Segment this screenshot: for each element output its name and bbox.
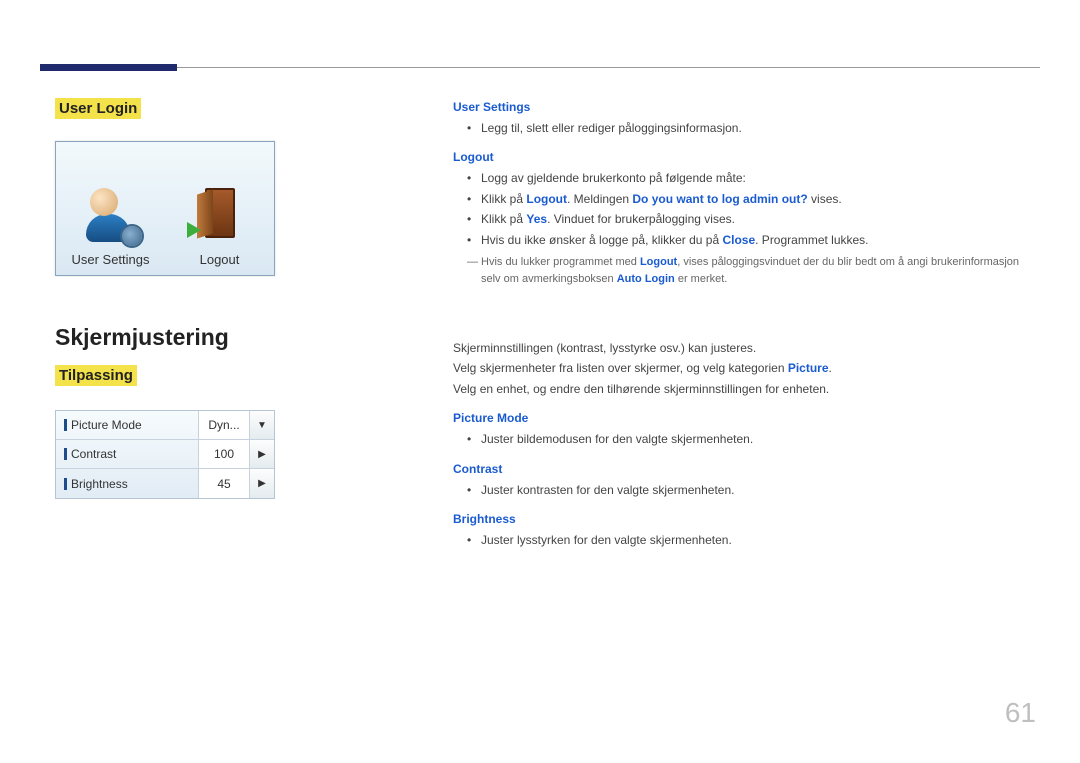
step-button-brightness[interactable]: ▶: [250, 469, 274, 498]
left-column: User Login User Settings Logout Skjermju…: [55, 98, 385, 499]
note-logout: ― Hvis du lukker programmet med Logout, …: [453, 254, 1040, 288]
right-column-skjermjustering: Skjerminnstillingen (kontrast, lysstyrke…: [453, 338, 1040, 550]
kw-picture: Picture: [788, 361, 829, 375]
logout-button[interactable]: Logout: [165, 142, 274, 275]
user-login-panel: User Settings Logout: [55, 141, 275, 276]
bullet-contrast: Juster kontrasten for den valgte skjerme…: [453, 480, 1040, 500]
row-contrast: Contrast 100 ▶: [56, 440, 274, 469]
value-brightness[interactable]: 45: [198, 469, 250, 498]
heading-logout: Logout: [453, 150, 1040, 164]
kw-logout-note: Logout: [640, 256, 677, 268]
label-brightness: Brightness: [56, 469, 198, 498]
dash-icon: ―: [467, 254, 478, 271]
heading-picture-mode: Picture Mode: [453, 411, 1040, 425]
logout-label: Logout: [200, 252, 240, 267]
section-title-user-login: User Login: [55, 98, 141, 119]
heading-brightness: Brightness: [453, 512, 1040, 526]
section-title-tilpassing: Tilpassing: [55, 365, 137, 386]
row-picture-mode: Picture Mode Dyn... ▼: [56, 411, 274, 440]
right-column-user-login: User Settings Legg til, slett eller redi…: [453, 100, 1040, 288]
page-number: 61: [1005, 697, 1036, 729]
label-picture-mode: Picture Mode: [56, 411, 198, 439]
bar-icon: [64, 448, 67, 460]
door-icon: [193, 188, 247, 242]
user-settings-button[interactable]: User Settings: [56, 142, 165, 275]
kw-logout: Logout: [526, 192, 567, 206]
heading-skjermjustering: Skjermjustering: [55, 324, 385, 351]
bullet-user-settings: Legg til, slett eller rediger påloggings…: [453, 118, 1040, 138]
bullet-brightness: Juster lysstyrken for den valgte skjerme…: [453, 530, 1040, 550]
bar-icon: [64, 478, 67, 490]
value-picture-mode[interactable]: Dyn...: [198, 411, 250, 439]
bullet-logout-1: Logg av gjeldende brukerkonto på følgend…: [453, 168, 1040, 188]
para-intro-3: Velg en enhet, og endre den tilhørende s…: [453, 379, 1040, 399]
header-rule-accent: [40, 64, 177, 71]
step-button-contrast[interactable]: ▶: [250, 440, 274, 468]
heading-user-settings: User Settings: [453, 100, 1040, 114]
para-intro-1: Skjerminnstillingen (kontrast, lysstyrke…: [453, 338, 1040, 358]
kw-yes: Yes: [526, 212, 547, 226]
header-rule: [40, 67, 1040, 68]
bullet-logout-2: Klikk på Logout. Meldingen Do you want t…: [453, 189, 1040, 209]
kw-close: Close: [722, 233, 755, 247]
kw-auto-login: Auto Login: [617, 273, 675, 285]
kw-confirm-message: Do you want to log admin out?: [632, 192, 807, 206]
dropdown-button-picture-mode[interactable]: ▼: [250, 411, 274, 439]
user-settings-label: User Settings: [71, 252, 149, 267]
row-brightness: Brightness 45 ▶: [56, 469, 274, 498]
heading-contrast: Contrast: [453, 462, 1040, 476]
label-contrast: Contrast: [56, 440, 198, 468]
bullet-logout-4: Hvis du ikke ønsker å logge på, klikker …: [453, 230, 1040, 250]
bullet-picture-mode: Juster bildemodusen for den valgte skjer…: [453, 429, 1040, 449]
bar-icon: [64, 419, 67, 431]
adjustment-panel: Picture Mode Dyn... ▼ Contrast 100 ▶ Bri…: [55, 410, 275, 499]
value-contrast[interactable]: 100: [198, 440, 250, 468]
bullet-logout-3: Klikk på Yes. Vinduet for brukerpåloggin…: [453, 209, 1040, 229]
user-icon: [84, 188, 138, 242]
para-intro-2: Velg skjermenheter fra listen over skjer…: [453, 358, 1040, 378]
